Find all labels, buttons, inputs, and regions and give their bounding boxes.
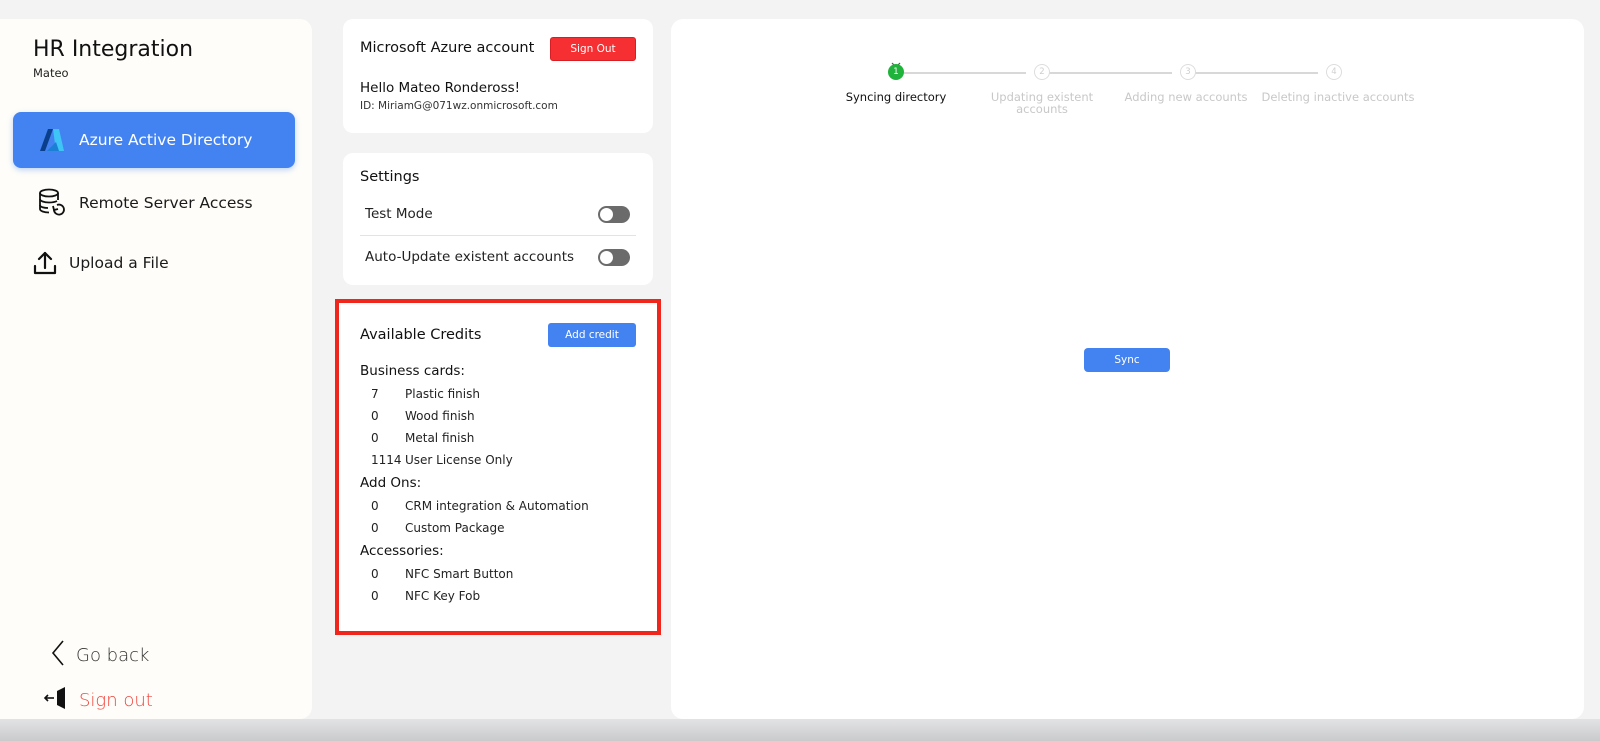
app-title: HR Integration (33, 37, 194, 62)
section-business-cards: Business cards: (360, 363, 465, 379)
sidebar-item-remote-server-access[interactable]: Remote Server Access (13, 175, 295, 231)
sidebar-item-label: Upload a File (69, 254, 169, 272)
setting-label: Auto-Update existent accounts (365, 249, 575, 265)
sidebar-item-label: Remote Server Access (79, 194, 253, 212)
credit-name: Wood finish (405, 409, 475, 423)
list-item: 0 Wood finish (371, 406, 475, 426)
step-3-indicator[interactable]: 3 (1180, 64, 1196, 80)
greeting-prefix: Hello (360, 80, 399, 96)
step-4-label: Deleting inactive accounts (1261, 90, 1415, 104)
credit-name: NFC Key Fob (405, 589, 481, 603)
list-item: 0 NFC Key Fob (371, 586, 480, 606)
credit-name: Plastic finish (405, 387, 480, 401)
settings-card: Settings Test Mode Auto-Update existent … (343, 153, 653, 285)
upload-icon (27, 246, 63, 280)
azure-logo-icon (33, 123, 71, 157)
credit-count: 0 (371, 431, 379, 445)
credit-count: 0 (371, 499, 379, 513)
setting-test-mode: Test Mode (360, 193, 636, 235)
step-1-label: Syncing directory (845, 90, 947, 104)
credit-name: CRM integration & Automation (405, 499, 589, 513)
available-credits-card: Available Credits Add credit Business ca… (335, 299, 661, 635)
credit-count: 0 (371, 521, 379, 535)
sidebar: HR Integration Mateo Azure Active Direct… (0, 19, 312, 719)
sync-panel: 1 2 3 4 Syncing directory Updating exist… (671, 19, 1584, 719)
list-item: 0 Custom Package (371, 518, 505, 538)
credit-count: 7 (371, 387, 379, 401)
credit-count: 0 (371, 567, 379, 581)
app-user-name: Mateo (33, 66, 69, 80)
section-accessories: Accessories: (360, 543, 444, 559)
auto-update-toggle[interactable] (598, 248, 630, 266)
go-back-button[interactable]: Go back (50, 639, 149, 671)
database-sync-icon (33, 186, 71, 220)
account-sign-out-button[interactable]: Sign Out (550, 37, 636, 61)
test-mode-toggle[interactable] (598, 205, 630, 223)
go-back-label: Go back (76, 644, 150, 666)
account-card-title: Microsoft Azure account (360, 40, 535, 56)
sync-button[interactable]: Sync (1084, 348, 1170, 372)
credits-title: Available Credits (360, 327, 482, 343)
step-connector (1042, 72, 1172, 74)
step-2-indicator[interactable]: 2 (1034, 64, 1050, 80)
step-3-label: Adding new accounts (1124, 90, 1248, 104)
add-credit-button[interactable]: Add credit (548, 323, 636, 347)
setting-auto-update: Auto-Update existent accounts (360, 236, 636, 278)
credit-name: Custom Package (405, 521, 505, 535)
step-1-indicator[interactable]: 1 (888, 64, 904, 80)
greeting: Hello Mateo Rondeross! (360, 80, 520, 96)
credit-count: 0 (371, 409, 379, 423)
sign-out-label: Sign out (79, 689, 153, 711)
account-id: ID: MiriamG@071wz.onmicrosoft.com (360, 100, 558, 112)
sidebar-item-label: Azure Active Directory (79, 131, 253, 149)
list-item: 7 Plastic finish (371, 384, 480, 404)
credit-name: Metal finish (405, 431, 475, 445)
credit-name: NFC Smart Button (405, 567, 514, 581)
sign-out-icon (43, 685, 69, 715)
list-item: 0 CRM integration & Automation (371, 496, 589, 516)
step-connector (904, 72, 1026, 74)
section-add-ons: Add Ons: (360, 475, 422, 491)
window-bottom-edge (0, 719, 1600, 741)
setting-label: Test Mode (365, 206, 433, 222)
settings-title: Settings (360, 169, 420, 185)
toggle-knob (600, 207, 613, 221)
list-item: 0 Metal finish (371, 428, 474, 448)
credit-name: User License Only (405, 453, 513, 467)
credit-count: 0 (371, 589, 379, 603)
list-item: 0 NFC Smart Button (371, 564, 513, 584)
chevron-left-icon (50, 639, 66, 671)
toggle-knob (600, 250, 613, 264)
step-connector (1188, 72, 1318, 74)
step-2-label: Updating existent accounts (990, 90, 1094, 116)
sidebar-item-azure-active-directory[interactable]: Azure Active Directory (13, 112, 295, 168)
user-full-name: Mateo Rondeross! (398, 80, 521, 96)
credit-count: 1114 (371, 453, 402, 467)
step-4-indicator[interactable]: 4 (1326, 64, 1342, 80)
azure-account-card: Microsoft Azure account Sign Out Hello M… (343, 19, 653, 133)
list-item: 1114 User License Only (371, 450, 513, 470)
sidebar-item-upload-a-file[interactable]: Upload a File (13, 235, 295, 291)
sidebar-sign-out-button[interactable]: Sign out (43, 685, 153, 715)
